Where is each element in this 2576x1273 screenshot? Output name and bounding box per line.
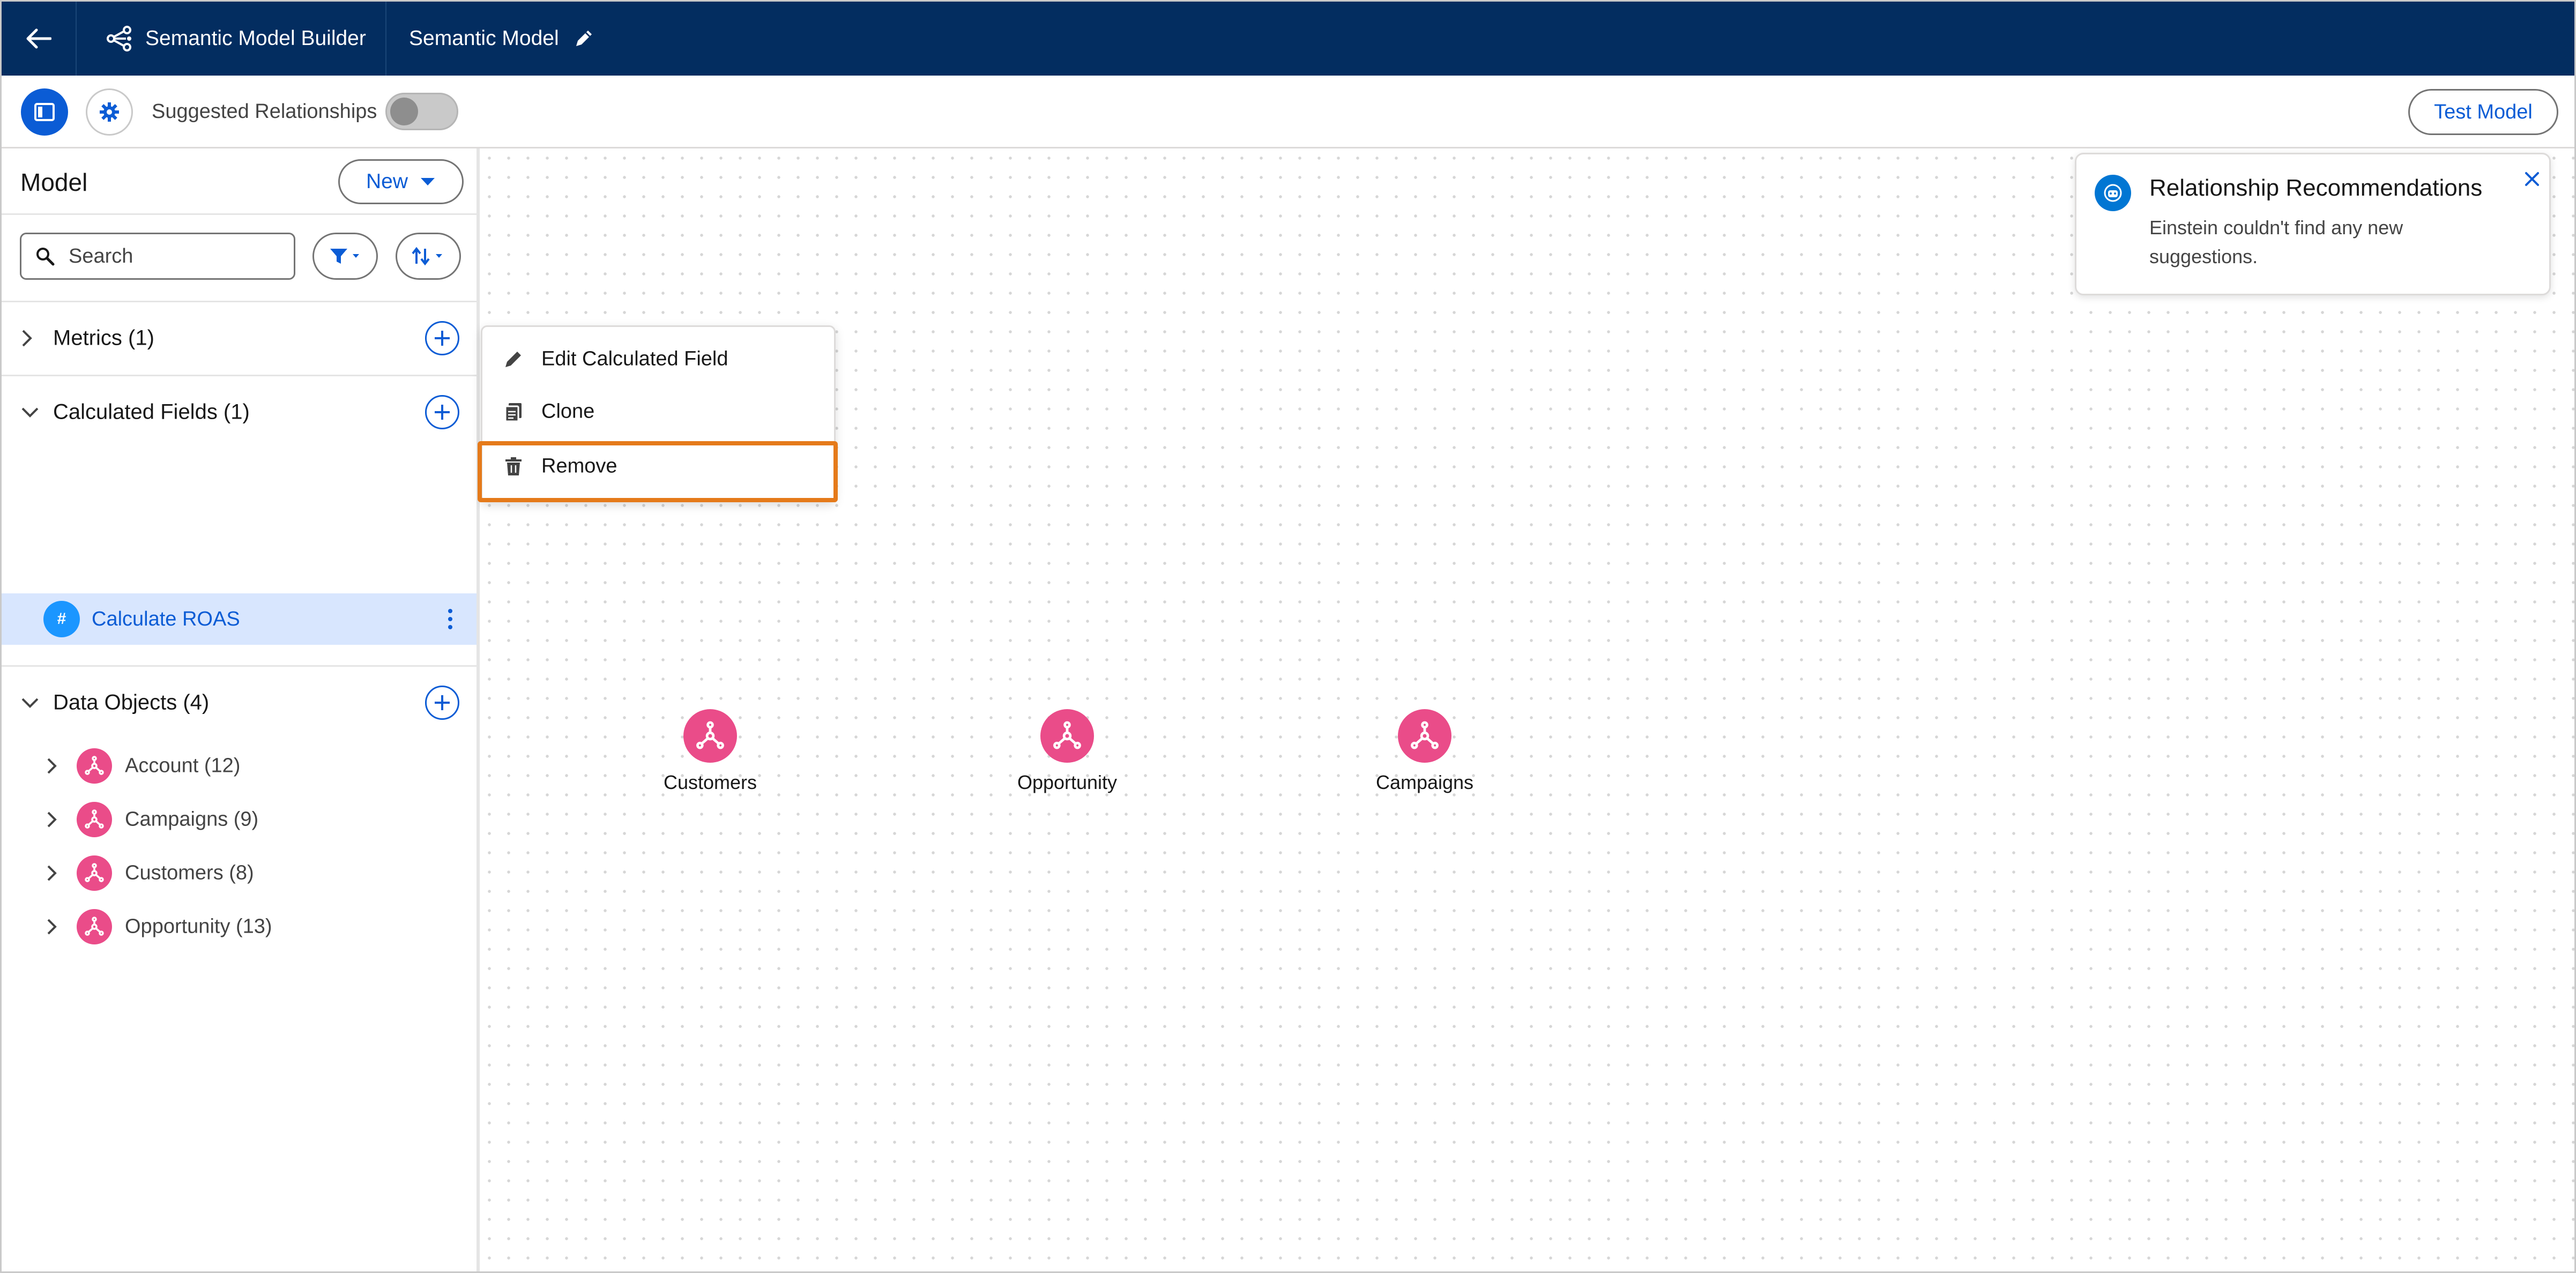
model-builder-icon xyxy=(107,26,131,51)
model-name: Semantic Model xyxy=(409,27,559,50)
toggle-panel-button[interactable] xyxy=(21,88,68,136)
new-button-label: New xyxy=(366,170,408,193)
data-object-label: Opportunity (13) xyxy=(125,915,272,938)
data-object-item[interactable]: Account (12) xyxy=(2,739,477,793)
app-name: Semantic Model Builder xyxy=(145,27,366,50)
node-label: Campaigns xyxy=(1375,771,1474,793)
clone-icon xyxy=(504,403,522,422)
canvas-node-customers[interactable]: Customers xyxy=(641,709,780,806)
sort-button[interactable] xyxy=(396,233,461,280)
filter-icon xyxy=(330,249,359,264)
data-object-label: Campaigns (9) xyxy=(125,808,259,831)
add-data-object-button[interactable] xyxy=(425,686,459,720)
einstein-icon xyxy=(2095,175,2131,211)
more-actions-button[interactable] xyxy=(442,605,458,633)
search-placeholder: Search xyxy=(69,244,133,267)
menu-item-label: Clone xyxy=(541,400,595,423)
trash-icon xyxy=(505,457,522,475)
menu-item-remove[interactable]: Remove xyxy=(482,441,837,492)
relationship-recommendations-popover: Relationship Recommendations Einstein co… xyxy=(2075,153,2551,295)
data-object-icon xyxy=(77,748,112,784)
plus-icon xyxy=(435,331,450,346)
close-icon xyxy=(2525,172,2539,186)
pencil-icon xyxy=(505,352,521,367)
caret-down-icon xyxy=(421,178,435,185)
chevron-right-icon[interactable] xyxy=(47,757,57,775)
data-object-icon xyxy=(1040,709,1094,763)
top-nav-bar: Semantic Model Builder Semantic Model xyxy=(2,2,2574,76)
recommendations-title: Relationship Recommendations xyxy=(2149,175,2483,201)
calculated-field-label: Calculate ROAS xyxy=(92,608,240,630)
data-object-icon xyxy=(1398,709,1451,763)
app-tab[interactable]: Semantic Model Builder xyxy=(77,2,386,76)
new-button[interactable]: New xyxy=(338,159,464,204)
search-row: Search xyxy=(2,215,477,302)
add-calculated-field-button[interactable] xyxy=(425,395,459,429)
menu-item-label: Edit Calculated Field xyxy=(541,347,728,370)
suggested-relationships-label: Suggested Relationships xyxy=(152,100,377,123)
data-object-icon xyxy=(77,855,112,891)
section-label: Data Objects (4) xyxy=(53,690,210,714)
sidebar-title: Model xyxy=(20,168,88,196)
context-menu: Edit Calculated Field Clone Remove xyxy=(481,325,836,502)
suggested-relationships-toggle[interactable] xyxy=(385,93,458,130)
menu-item-label: Remove xyxy=(541,455,617,478)
data-object-icon xyxy=(77,909,112,944)
filter-button[interactable] xyxy=(312,233,378,280)
recommendations-message: Einstein couldn't find any new suggestio… xyxy=(2149,217,2403,267)
sidebar-header: Model New xyxy=(2,148,477,215)
gear-icon xyxy=(100,102,119,122)
data-object-label: Customers (8) xyxy=(125,861,254,884)
node-label: Customers xyxy=(663,771,757,793)
data-object-item[interactable]: Customers (8) xyxy=(2,846,477,900)
data-object-item[interactable]: Campaigns (9) xyxy=(2,793,477,846)
section-calculated-fields[interactable]: Calculated Fields (1) xyxy=(2,376,477,449)
edit-name-icon[interactable] xyxy=(573,28,594,49)
settings-button[interactable] xyxy=(86,88,133,136)
toggle-knob xyxy=(390,98,418,125)
data-object-label: Account (12) xyxy=(125,754,241,777)
chevron-right-icon[interactable] xyxy=(47,811,57,828)
plus-icon xyxy=(435,405,450,420)
close-button[interactable] xyxy=(2520,167,2544,191)
chevron-down-icon xyxy=(21,407,39,418)
model-canvas[interactable] xyxy=(480,148,2574,1271)
model-sidebar: Model New Search Metrics (1) Calculated … xyxy=(2,148,480,1271)
menu-item-clone[interactable]: Clone xyxy=(482,386,837,437)
sort-icon xyxy=(412,247,442,266)
arrow-left-icon xyxy=(26,28,51,49)
toolbar: Suggested Relationships Test Model xyxy=(2,76,2574,148)
back-button[interactable] xyxy=(2,2,77,76)
menu-item-edit-calculated-field[interactable]: Edit Calculated Field xyxy=(482,333,837,385)
data-object-icon xyxy=(77,802,112,837)
section-data-objects[interactable]: Data Objects (4) xyxy=(2,666,477,739)
data-object-icon xyxy=(683,709,737,763)
canvas-node-opportunity[interactable]: Opportunity xyxy=(997,709,1137,806)
data-object-item[interactable]: Opportunity (13) xyxy=(2,900,477,954)
model-title: Semantic Model xyxy=(409,2,594,76)
section-label: Calculated Fields (1) xyxy=(53,400,250,424)
calculated-field-icon: # xyxy=(43,601,80,637)
section-metrics[interactable]: Metrics (1) xyxy=(2,302,477,375)
panel-icon xyxy=(34,103,55,121)
calculated-field-icon-glyph: # xyxy=(57,610,66,628)
app-window: Semantic Model Builder Semantic Model Su… xyxy=(0,0,2576,1273)
chevron-right-icon xyxy=(22,330,32,347)
search-input[interactable]: Search xyxy=(20,233,295,280)
node-label: Opportunity xyxy=(1017,771,1118,793)
canvas-node-campaigns[interactable]: Campaigns xyxy=(1355,709,1494,806)
test-model-button[interactable]: Test Model xyxy=(2408,89,2558,135)
search-icon xyxy=(36,248,55,266)
vertical-ellipsis-icon xyxy=(448,609,452,629)
chevron-down-icon xyxy=(21,698,39,708)
chevron-right-icon[interactable] xyxy=(47,865,57,882)
add-metric-button[interactable] xyxy=(425,321,459,355)
section-label: Metrics (1) xyxy=(53,326,154,350)
calculated-field-item[interactable]: # Calculate ROAS xyxy=(2,593,477,645)
plus-icon xyxy=(435,695,450,710)
chevron-right-icon[interactable] xyxy=(47,918,57,935)
